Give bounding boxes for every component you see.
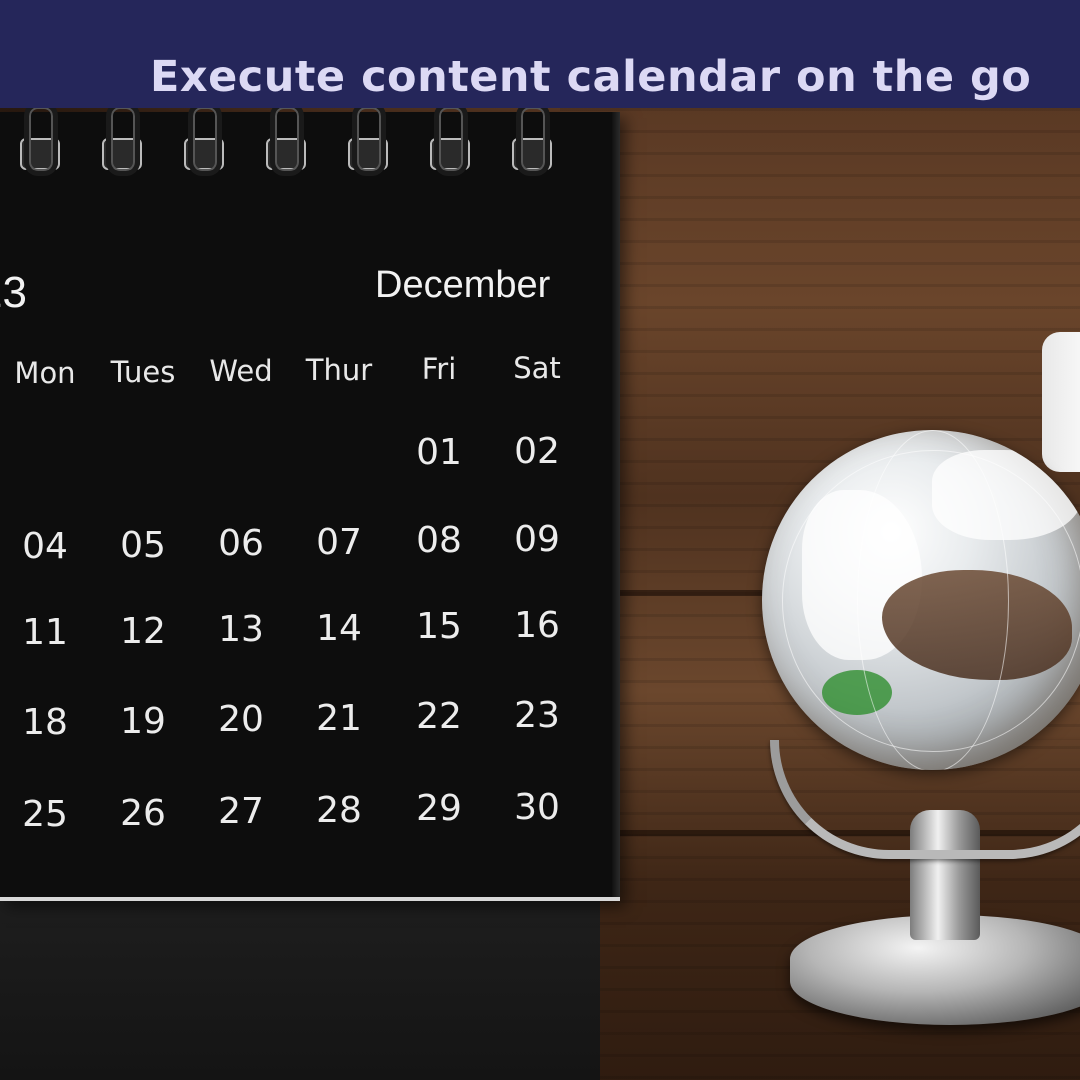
weekday-wed: Wed (209, 354, 273, 388)
day-14: 14 (316, 607, 362, 649)
day-25: 25 (22, 794, 68, 835)
day-30: 30 (514, 786, 560, 828)
day-19: 19 (120, 700, 166, 742)
day-09: 09 (514, 518, 560, 560)
binder-ring (346, 102, 388, 180)
photo-scene: 23 December Mon Tues Wed Thur Fri Sat 01 02 04 05… (0, 0, 1080, 1080)
weekday-sat: Sat (513, 351, 561, 385)
day-26: 26 (120, 792, 166, 834)
desk-calendar (0, 102, 620, 901)
glass-globe (762, 430, 1080, 770)
day-05: 05 (120, 524, 166, 566)
day-28: 28 (316, 789, 362, 831)
page-title: Execute content calendar on the go (150, 52, 1032, 102)
day-08: 08 (416, 520, 462, 561)
binder-ring (18, 102, 60, 180)
day-01: 01 (416, 432, 462, 473)
day-13: 13 (218, 609, 264, 650)
day-06: 06 (218, 523, 264, 564)
white-pot (1042, 332, 1080, 472)
day-27: 27 (218, 791, 264, 832)
calendar-stand-base (0, 895, 600, 1080)
calendar-month: December (375, 264, 551, 306)
day-07: 07 (316, 521, 362, 563)
day-12: 12 (120, 610, 166, 652)
day-29: 29 (416, 788, 462, 829)
day-21: 21 (316, 697, 362, 739)
day-16: 16 (514, 604, 560, 646)
day-18: 18 (22, 702, 68, 743)
day-23: 23 (514, 694, 560, 736)
binder-ring (100, 102, 142, 180)
weekday-mon: Mon (14, 356, 76, 390)
weekday-fri: Fri (421, 352, 457, 386)
binder-ring (428, 102, 470, 180)
binder-ring (182, 102, 224, 180)
weekday-thur: Thur (305, 353, 373, 387)
day-22: 22 (416, 696, 462, 737)
binder-ring (264, 102, 306, 180)
day-11: 11 (22, 612, 68, 653)
calendar-year: 23 (0, 268, 27, 317)
day-20: 20 (218, 699, 264, 740)
day-15: 15 (416, 606, 462, 647)
day-02: 02 (514, 430, 560, 472)
weekday-tues: Tues (110, 355, 176, 389)
binder-ring (510, 102, 552, 180)
globe-stand (770, 740, 1080, 1040)
day-04: 04 (22, 526, 68, 567)
